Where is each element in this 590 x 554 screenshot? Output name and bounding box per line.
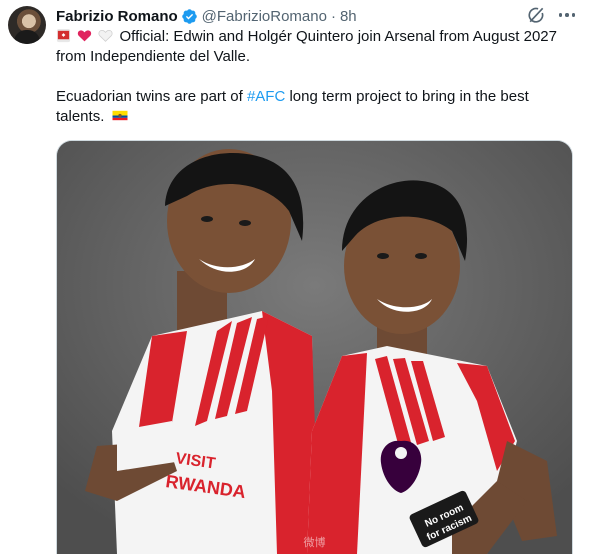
separator-dot: · bbox=[330, 7, 336, 25]
photo-watermark: 微博 bbox=[303, 537, 326, 549]
verified-badge-icon bbox=[181, 8, 197, 24]
red-heart-emoji bbox=[78, 30, 92, 42]
author-handle[interactable]: @FabrizioRomano bbox=[202, 8, 327, 25]
tweet-line-4-text: talents. bbox=[56, 108, 105, 125]
ecuador-flag-emoji bbox=[112, 110, 128, 121]
tweet-photo[interactable]: VISIT RWANDA No room for racism 微博 bbox=[56, 140, 573, 554]
tweet-line-1: Official: Edwin and Holgér Quintero join… bbox=[56, 27, 580, 47]
tweet-line-4: talents. bbox=[56, 107, 580, 127]
tweet-line-1-text: Official: Edwin and Holgér Quintero join… bbox=[119, 28, 557, 45]
tweet-header: Fabrizio Romano @FabrizioRomano · 8h bbox=[56, 6, 357, 26]
tweet-line-3-end: long term project to bring in the best bbox=[285, 88, 529, 105]
grok-icon[interactable] bbox=[526, 5, 546, 25]
tweet[interactable]: Fabrizio Romano @FabrizioRomano · 8h Off… bbox=[0, 0, 590, 554]
tweet-text: Official: Edwin and Holgér Quintero join… bbox=[56, 27, 580, 127]
more-options-icon[interactable] bbox=[556, 5, 578, 25]
white-heart-emoji bbox=[98, 30, 113, 42]
hashtag-link[interactable]: #AFC bbox=[247, 88, 285, 105]
tweet-line-3: Ecuadorian twins are part of #AFC long t… bbox=[56, 87, 580, 107]
red-flag-emoji bbox=[56, 28, 71, 43]
tweet-line-2: from Independiente del Valle. bbox=[56, 48, 251, 65]
tweet-line-3-start: Ecuadorian twins are part of bbox=[56, 88, 247, 105]
author-name[interactable]: Fabrizio Romano bbox=[56, 8, 178, 25]
tweet-timestamp[interactable]: 8h bbox=[340, 8, 357, 25]
author-avatar[interactable] bbox=[8, 6, 46, 44]
